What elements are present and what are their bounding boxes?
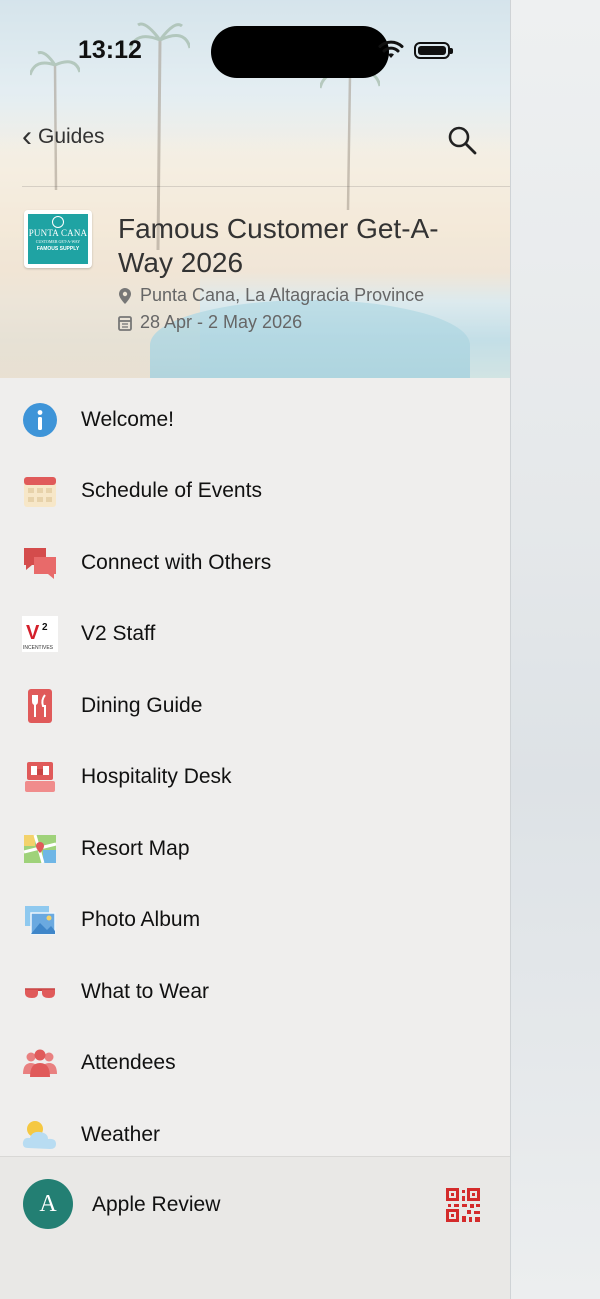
menu-item-label: Dining Guide: [81, 693, 203, 717]
dynamic-island: [211, 26, 389, 78]
menu-item-hospitality[interactable]: Hospitality Desk: [0, 742, 510, 814]
wifi-icon: [378, 40, 404, 58]
menu-item-connect[interactable]: Connect with Others: [0, 527, 510, 599]
menu-item-welcome[interactable]: Welcome!: [0, 384, 510, 456]
chevron-left-icon: ‹: [22, 120, 32, 153]
event-logo: PUNTA CANA CUSTOMER GET-A-WAY FAMOUS SUP…: [24, 210, 92, 268]
menu-item-label: Connect with Others: [81, 550, 272, 574]
back-label: Guides: [38, 125, 105, 148]
menu-item-what-to-wear[interactable]: What to Wear: [0, 956, 510, 1028]
v2-incentives-logo-icon: V 2 INCENTIVES: [22, 616, 58, 653]
sun-cloud-icon: [22, 1117, 58, 1153]
location-pin-icon: [119, 287, 131, 304]
chat-bubbles-icon: [22, 545, 58, 581]
map-icon: [22, 831, 58, 867]
qr-code-icon[interactable]: [446, 1188, 480, 1222]
menu-item-attendees[interactable]: Attendees: [0, 1028, 510, 1100]
menu-item-label: Schedule of Events: [81, 479, 262, 503]
info-icon: [22, 402, 58, 438]
people-icon: [22, 1045, 58, 1081]
menu-item-dining[interactable]: Dining Guide: [0, 670, 510, 742]
menu-item-label: V2 Staff: [81, 622, 156, 646]
status-icons: [378, 40, 453, 60]
desk-icon: [22, 759, 58, 795]
status-time: 13:12: [78, 36, 142, 64]
svg-text:V: V: [26, 622, 40, 644]
svg-text:2: 2: [42, 622, 48, 633]
fork-knife-icon: [22, 688, 58, 724]
avatar[interactable]: A: [23, 1179, 73, 1229]
svg-text:INCENTIVES: INCENTIVES: [23, 645, 54, 651]
menu-item-label: Welcome!: [81, 407, 174, 431]
sunglasses-icon: [22, 974, 58, 1010]
menu-item-label: Attendees: [81, 1051, 176, 1075]
menu-item-label: Photo Album: [81, 908, 201, 932]
event-location: Punta Cana, La Altagracia Province: [118, 285, 424, 306]
calendar-small-icon: [118, 315, 132, 331]
user-name[interactable]: Apple Review: [92, 1193, 220, 1217]
battery-icon: [414, 41, 453, 59]
menu-item-photo-album[interactable]: Photo Album: [0, 885, 510, 957]
event-dates: 28 Apr - 2 May 2026: [118, 312, 302, 333]
header-divider: [22, 186, 510, 187]
menu-item-label: Hospitality Desk: [81, 765, 232, 789]
menu-item-v2-staff[interactable]: V 2 INCENTIVES V2 Staff: [0, 599, 510, 671]
menu-item-schedule[interactable]: Schedule of Events: [0, 456, 510, 528]
side-drawer: 13:12 ‹ Guides PUNTA CANA CUSTOMER GET-A…: [0, 0, 510, 1299]
search-icon[interactable]: [446, 124, 478, 156]
menu-item-resort-map[interactable]: Resort Map: [0, 813, 510, 885]
guide-menu: Welcome! Schedule of Events Connect with…: [0, 384, 510, 1171]
menu-item-label: Resort Map: [81, 836, 190, 860]
background-screen-peek[interactable]: [510, 0, 600, 1299]
menu-item-label: What to Wear: [81, 979, 209, 1003]
event-header: 13:12 ‹ Guides PUNTA CANA CUSTOMER GET-A…: [0, 0, 510, 378]
event-title: Famous Customer Get-A-Way 2026: [118, 213, 439, 278]
calendar-icon: [22, 473, 58, 509]
user-footer: A Apple Review: [0, 1156, 510, 1299]
menu-item-label: Weather: [81, 1122, 160, 1146]
back-button[interactable]: ‹ Guides: [22, 120, 105, 153]
photos-icon: [22, 902, 58, 938]
